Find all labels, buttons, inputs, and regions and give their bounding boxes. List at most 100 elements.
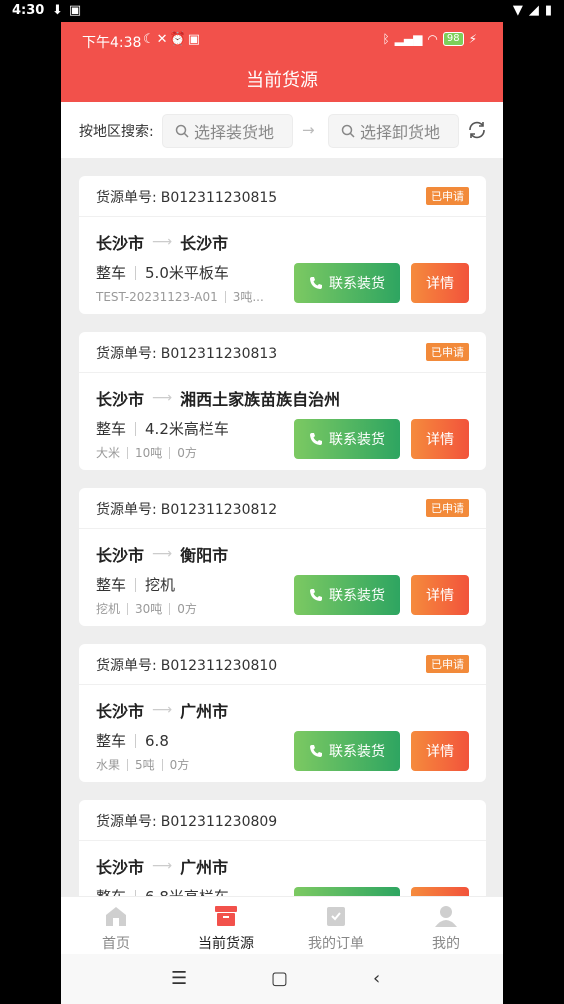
route-to: 广州市	[180, 702, 229, 721]
tab-current-cargo[interactable]: 当前货源	[171, 897, 281, 955]
contact-loading-label: 联系装货	[329, 276, 385, 292]
battery-icon: ▮	[544, 3, 552, 18]
detail-button[interactable]: 详情	[411, 419, 469, 459]
order-icon	[327, 907, 345, 926]
status-badge: 已申请	[426, 187, 469, 205]
contact-loading-button[interactable]: 联系装货	[294, 731, 400, 771]
load-type: 整车	[96, 886, 126, 896]
card-header: 货源单号: B012311230815 已申请	[79, 176, 486, 217]
order-prefix: 货源单号:	[96, 502, 157, 518]
vehicle-spec: 整车 4.2米高栏车	[96, 418, 229, 439]
contact-loading-label: 联系装货	[329, 588, 385, 604]
phone-icon	[310, 433, 322, 445]
phone-icon	[310, 277, 322, 289]
cargo-card[interactable]: 货源单号:B012311230809 长沙市 ⟶ 广州市 整车 6.8米高栏车 …	[79, 800, 486, 896]
route-from: 长沙市	[96, 858, 145, 877]
unload-location-placeholder: 选择卸货地	[360, 123, 441, 142]
cargo-meta: 大米 10吨 0方	[96, 444, 197, 461]
refresh-icon[interactable]	[466, 119, 488, 141]
cargo-meta-item: 5吨	[135, 758, 155, 772]
tab-my-orders-label: 我的订单	[308, 936, 364, 952]
cargo-meta: 挖机 30吨 0方	[96, 600, 197, 617]
tab-profile-label: 我的	[432, 936, 460, 952]
cargo-meta-item: 3吨...	[232, 290, 264, 304]
search-icon	[341, 124, 355, 138]
route-from: 长沙市	[96, 702, 145, 721]
status-badge: 已申请	[426, 655, 469, 673]
arrow-right-icon: →	[302, 121, 315, 139]
route-to: 衡阳市	[180, 546, 229, 565]
detail-button[interactable]: 详情	[411, 887, 469, 896]
cargo-card[interactable]: 货源单号: B012311230813 已申请 长沙市 ⟶ 湘西土家族苗族自治州 …	[79, 332, 486, 470]
load-type: 整车	[96, 264, 127, 282]
load-location-picker[interactable]: 选择装货地	[162, 114, 293, 148]
cargo-meta-item: 水果	[96, 758, 121, 772]
route-from: 长沙市	[96, 390, 145, 409]
route-arrow-icon: ⟶	[152, 234, 173, 250]
route-from: 长沙市	[96, 234, 145, 253]
contact-loading-button[interactable]: 联系装货	[294, 575, 400, 615]
mute-icon: ✕	[156, 32, 170, 47]
detail-button[interactable]: 详情	[411, 575, 469, 615]
load-type: 整车	[96, 420, 127, 438]
cargo-meta-item: 0方	[177, 446, 197, 460]
cargo-card[interactable]: 货源单号: B012311230810 已申请 长沙市 ⟶ 广州市 整车 6.8 …	[79, 644, 486, 782]
vehicle-type: 5.0米平板车	[145, 264, 229, 282]
signal-icon: ◢	[528, 3, 539, 18]
charging-icon: ⚡	[468, 32, 477, 46]
tab-home-label: 首页	[102, 936, 130, 952]
load-type: 整车	[96, 576, 127, 594]
menu-icon[interactable]: ☰	[171, 968, 187, 989]
status-badge: 已申请	[426, 499, 469, 517]
wifi-icon: ◠	[427, 32, 438, 46]
page-title: 当前货源	[246, 70, 318, 91]
route-to: 长沙市	[180, 234, 229, 253]
home-nav-icon[interactable]: ▢	[271, 968, 288, 989]
app-header: 下午4:38 ☾✕⏰▣ ᛒ ▂▄▆ ◠ 98 ⚡ 当前货源	[61, 22, 503, 102]
search-icon	[175, 124, 189, 138]
unload-location-picker[interactable]: 选择卸货地	[328, 114, 459, 148]
app-notification-icon: ▣	[68, 3, 82, 18]
contact-loading-button[interactable]: 联系装货	[294, 887, 400, 896]
alarm-icon: ⏰	[169, 32, 188, 47]
order-number: B012311230810	[160, 658, 278, 674]
contact-loading-button[interactable]: 联系装货	[294, 419, 400, 459]
app-icon: ▣	[187, 32, 203, 47]
search-label: 按地区搜索:	[79, 124, 154, 140]
contact-loading-label: 联系装货	[329, 744, 385, 760]
route-to: 广州市	[180, 858, 229, 877]
card-header: 货源单号: B012311230812 已申请	[79, 488, 486, 529]
bluetooth-icon: ᛒ	[382, 32, 390, 46]
tab-home[interactable]: 首页	[61, 897, 171, 955]
cargo-meta-item: 30吨	[135, 602, 163, 616]
contact-loading-button[interactable]: 联系装货	[294, 263, 400, 303]
load-type: 整车	[96, 732, 127, 750]
card-header: 货源单号: B012311230813 已申请	[79, 332, 486, 373]
detail-button[interactable]: 详情	[411, 263, 469, 303]
inner-time: 下午4:38	[82, 35, 142, 51]
order-prefix: 货源单号:	[96, 658, 157, 674]
load-location-placeholder: 选择装货地	[194, 123, 275, 142]
app-screen: 下午4:38 ☾✕⏰▣ ᛒ ▂▄▆ ◠ 98 ⚡ 当前货源 按地区搜索: 选择装…	[61, 22, 503, 1004]
cargo-list[interactable]: 货源单号: B012311230815 已申请 长沙市 ⟶ 长沙市 整车 5.0米…	[61, 158, 503, 896]
card-header: 货源单号: B012311230810 已申请	[79, 644, 486, 685]
phone-icon	[310, 745, 322, 757]
tab-my-orders[interactable]: 我的订单	[281, 897, 391, 955]
order-number: B012311230809	[160, 814, 278, 830]
route-arrow-icon: ⟶	[152, 546, 173, 562]
cargo-meta-item: 大米	[96, 446, 121, 460]
bottom-tab-bar: 首页 当前货源 我的订单 我的	[61, 896, 503, 954]
back-icon[interactable]: ‹	[373, 968, 380, 989]
cargo-card[interactable]: 货源单号: B012311230812 已申请 长沙市 ⟶ 衡阳市 整车 挖机 挖…	[79, 488, 486, 626]
vehicle-type: 4.2米高栏车	[145, 420, 229, 438]
vehicle-spec: 整车 6.8米高栏车	[96, 886, 229, 896]
tab-profile[interactable]: 我的	[391, 897, 501, 955]
cargo-meta: 水果 5吨 0方	[96, 756, 189, 773]
order-number: B012311230813	[160, 346, 278, 362]
contact-loading-label: 联系装货	[329, 432, 385, 448]
vehicle-type: 6.8	[145, 731, 169, 750]
route-arrow-icon: ⟶	[152, 390, 173, 406]
system-time: 4:30	[12, 3, 45, 18]
cargo-card[interactable]: 货源单号: B012311230815 已申请 长沙市 ⟶ 长沙市 整车 5.0米…	[79, 176, 486, 314]
detail-button[interactable]: 详情	[411, 731, 469, 771]
